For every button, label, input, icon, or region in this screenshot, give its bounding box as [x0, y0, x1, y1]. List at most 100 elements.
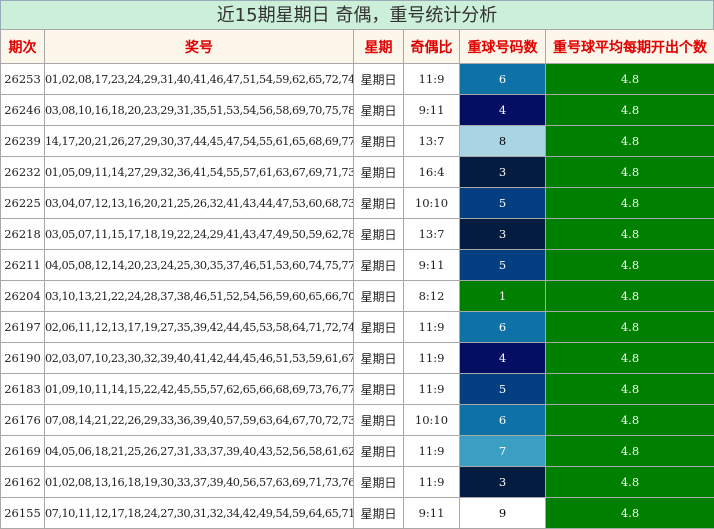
table-row: 26253 01,02,08,17,23,24,29,31,40,41,46,47…	[0, 63, 714, 95]
avg-repeat-cell: 4.8	[545, 342, 714, 374]
table-row: 26204 03,10,13,21,22,24,28,37,38,46,51,52…	[0, 280, 714, 312]
period-cell: 26246	[0, 94, 45, 126]
avg-repeat-cell: 4.8	[545, 156, 714, 188]
period-cell: 26204	[0, 280, 45, 312]
odd-even-cell: 9:11	[403, 497, 460, 529]
table-row: 26169 04,05,06,18,21,25,26,27,31,33,37,39…	[0, 435, 714, 467]
weekday-cell: 星期日	[353, 156, 404, 188]
avg-repeat-cell: 4.8	[545, 63, 714, 95]
period-cell: 26225	[0, 187, 45, 219]
odd-even-cell: 9:11	[403, 249, 460, 281]
avg-repeat-cell: 4.8	[545, 311, 714, 343]
odd-even-cell: 10:10	[403, 404, 460, 436]
repeat-count-cell: 6	[459, 311, 546, 343]
numbers-cell: 04,05,08,12,14,20,23,24,25,30,35,37,46,5…	[44, 249, 354, 281]
odd-even-cell: 9:11	[403, 94, 460, 126]
table-row: 26190 02,03,07,10,23,30,32,39,40,41,42,44…	[0, 342, 714, 374]
table-row: 26239 14,17,20,21,26,27,29,30,37,44,45,47…	[0, 125, 714, 157]
avg-repeat-cell: 4.8	[545, 497, 714, 529]
numbers-cell: 07,08,14,21,22,26,29,33,36,39,40,57,59,6…	[44, 404, 354, 436]
odd-even-cell: 13:7	[403, 125, 460, 157]
table-row: 26183 01,09,10,11,14,15,22,42,45,55,57,62…	[0, 373, 714, 405]
weekday-cell: 星期日	[353, 497, 404, 529]
odd-even-cell: 11:9	[403, 373, 460, 405]
weekday-cell: 星期日	[353, 280, 404, 312]
period-cell: 26183	[0, 373, 45, 405]
weekday-cell: 星期日	[353, 187, 404, 219]
repeat-count-cell: 9	[459, 497, 546, 529]
numbers-cell: 02,06,11,12,13,17,19,27,35,39,42,44,45,5…	[44, 311, 354, 343]
numbers-cell: 14,17,20,21,26,27,29,30,37,44,45,47,54,5…	[44, 125, 354, 157]
avg-repeat-cell: 4.8	[545, 435, 714, 467]
avg-repeat-cell: 4.8	[545, 218, 714, 250]
numbers-cell: 03,08,10,16,18,20,23,29,31,35,51,53,54,5…	[44, 94, 354, 126]
weekday-cell: 星期日	[353, 249, 404, 281]
period-cell: 26169	[0, 435, 45, 467]
odd-even-cell: 11:9	[403, 342, 460, 374]
repeat-count-cell: 3	[459, 218, 546, 250]
repeat-count-cell: 6	[459, 63, 546, 95]
period-cell: 26176	[0, 404, 45, 436]
numbers-cell: 07,10,11,12,17,18,24,27,30,31,32,34,42,4…	[44, 497, 354, 529]
period-cell: 26253	[0, 63, 45, 95]
avg-repeat-cell: 4.8	[545, 466, 714, 498]
odd-even-cell: 10:10	[403, 187, 460, 219]
period-cell: 26232	[0, 156, 45, 188]
column-header-weekday: 星期	[353, 29, 404, 64]
column-header-odd-even: 奇偶比	[403, 29, 460, 64]
weekday-cell: 星期日	[353, 125, 404, 157]
numbers-cell: 03,10,13,21,22,24,28,37,38,46,51,52,54,5…	[44, 280, 354, 312]
weekday-cell: 星期日	[353, 404, 404, 436]
avg-repeat-cell: 4.8	[545, 249, 714, 281]
numbers-cell: 01,05,09,11,14,27,29,32,36,41,54,55,57,6…	[44, 156, 354, 188]
table-row: 26176 07,08,14,21,22,26,29,33,36,39,40,57…	[0, 404, 714, 436]
period-cell: 26162	[0, 466, 45, 498]
weekday-cell: 星期日	[353, 373, 404, 405]
table-row: 26232 01,05,09,11,14,27,29,32,36,41,54,55…	[0, 156, 714, 188]
avg-repeat-cell: 4.8	[545, 280, 714, 312]
repeat-count-cell: 3	[459, 466, 546, 498]
weekday-cell: 星期日	[353, 342, 404, 374]
stats-table: 期次 奖号 星期 奇偶比 重球号码数 重号球平均每期开出个数 26253 01,0…	[0, 29, 714, 529]
period-cell: 26239	[0, 125, 45, 157]
repeat-count-cell: 6	[459, 404, 546, 436]
repeat-count-cell: 4	[459, 342, 546, 374]
weekday-cell: 星期日	[353, 94, 404, 126]
column-header-avg-repeat: 重号球平均每期开出个数	[545, 29, 714, 64]
column-header-repeat-count: 重球号码数	[459, 29, 546, 64]
numbers-cell: 04,05,06,18,21,25,26,27,31,33,37,39,40,4…	[44, 435, 354, 467]
repeat-count-cell: 5	[459, 249, 546, 281]
table-row: 26246 03,08,10,16,18,20,23,29,31,35,51,53…	[0, 94, 714, 126]
odd-even-cell: 11:9	[403, 63, 460, 95]
numbers-cell: 02,03,07,10,23,30,32,39,40,41,42,44,45,4…	[44, 342, 354, 374]
avg-repeat-cell: 4.8	[545, 404, 714, 436]
table-row: 26211 04,05,08,12,14,20,23,24,25,30,35,37…	[0, 249, 714, 281]
table-row: 26218 03,05,07,11,15,17,18,19,22,24,29,41…	[0, 218, 714, 250]
table-row: 26162 01,02,08,13,16,18,19,30,33,37,39,40…	[0, 466, 714, 498]
page-title: 近15期星期日 奇偶，重号统计分析	[0, 0, 714, 29]
table-row: 26155 07,10,11,12,17,18,24,27,30,31,32,34…	[0, 497, 714, 529]
period-cell: 26197	[0, 311, 45, 343]
period-cell: 26211	[0, 249, 45, 281]
odd-even-cell: 11:9	[403, 311, 460, 343]
period-cell: 26155	[0, 497, 45, 529]
period-cell: 26190	[0, 342, 45, 374]
repeat-count-cell: 3	[459, 156, 546, 188]
odd-even-cell: 13:7	[403, 218, 460, 250]
repeat-count-cell: 8	[459, 125, 546, 157]
repeat-count-cell: 4	[459, 94, 546, 126]
weekday-cell: 星期日	[353, 63, 404, 95]
period-cell: 26218	[0, 218, 45, 250]
header-row: 期次 奖号 星期 奇偶比 重球号码数 重号球平均每期开出个数	[0, 29, 714, 64]
weekday-cell: 星期日	[353, 466, 404, 498]
weekday-cell: 星期日	[353, 435, 404, 467]
numbers-cell: 01,02,08,13,16,18,19,30,33,37,39,40,56,5…	[44, 466, 354, 498]
repeat-count-cell: 7	[459, 435, 546, 467]
repeat-count-cell: 5	[459, 373, 546, 405]
avg-repeat-cell: 4.8	[545, 373, 714, 405]
weekday-cell: 星期日	[353, 311, 404, 343]
column-header-numbers: 奖号	[44, 29, 354, 64]
stats-panel: 近15期星期日 奇偶，重号统计分析 期次 奖号 星期 奇偶比 重球号码数 重号球…	[0, 0, 714, 529]
avg-repeat-cell: 4.8	[545, 125, 714, 157]
avg-repeat-cell: 4.8	[545, 187, 714, 219]
